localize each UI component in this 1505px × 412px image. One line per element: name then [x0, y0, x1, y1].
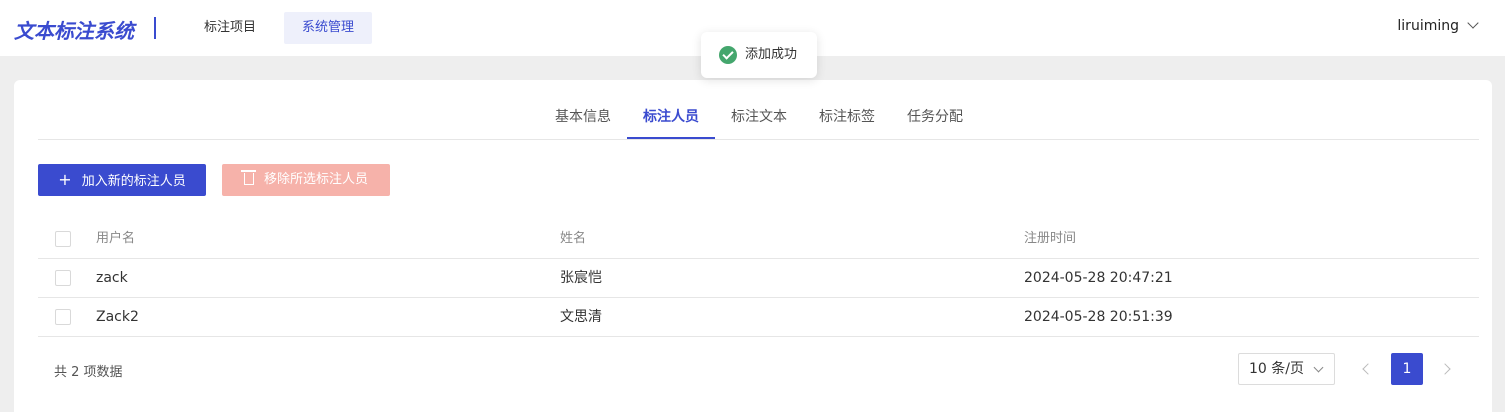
remove-selected-label: 移除所选标注人员	[263, 172, 368, 187]
cell-name: 张宸恺	[560, 270, 602, 286]
tab-bar: 基本信息 标注人员 标注文本 标注标签 任务分配	[38, 80, 1479, 140]
tab-basic-info[interactable]: 基本信息	[555, 106, 611, 126]
nav-item-system-admin[interactable]: 系统管理	[284, 12, 372, 44]
page-number-button[interactable]: 1	[1391, 353, 1423, 385]
success-toast: 添加成功	[701, 32, 817, 78]
trash-icon	[240, 170, 256, 185]
table-row: zack 张宸恺 2024-05-28 20:47:21	[38, 259, 1479, 298]
content-card: 基本信息 标注人员 标注文本 标注标签 任务分配 + 加入新的标注人员 移除所选标…	[14, 80, 1492, 412]
column-header-username: 用户名	[96, 231, 136, 246]
cell-username: Zack2	[96, 309, 139, 325]
cell-registered: 2024-05-28 20:47:21	[1024, 270, 1173, 286]
annotators-table: 用户名 姓名 注册时间 zack 张宸恺 2024-05-28 20:47:21…	[38, 220, 1479, 337]
select-all-checkbox[interactable]	[55, 231, 71, 247]
prev-page-icon[interactable]	[1362, 363, 1374, 375]
cell-registered: 2024-05-28 20:51:39	[1024, 309, 1173, 325]
page-size-select[interactable]: 10 条/页	[1238, 353, 1335, 385]
tab-labels[interactable]: 标注标签	[819, 106, 875, 126]
toast-message: 添加成功	[745, 47, 798, 62]
table-row: Zack2 文思清 2024-05-28 20:51:39	[38, 298, 1479, 337]
remove-selected-button[interactable]: 移除所选标注人员	[222, 164, 390, 196]
next-page-icon[interactable]	[1439, 363, 1451, 375]
chevron-down-icon	[1313, 362, 1324, 373]
username-label: liruiming	[1397, 18, 1459, 34]
plus-icon: +	[58, 170, 72, 189]
app-logo: 文本标注系统	[14, 19, 134, 43]
tab-task-assignment[interactable]: 任务分配	[907, 106, 963, 126]
tab-texts[interactable]: 标注文本	[731, 106, 787, 126]
add-annotator-label: 加入新的标注人员	[81, 174, 186, 189]
tab-annotators[interactable]: 标注人员	[643, 106, 699, 126]
column-header-name: 姓名	[560, 231, 587, 246]
logo-divider	[154, 17, 156, 39]
cell-username: zack	[96, 270, 128, 286]
user-menu[interactable]: liruiming	[1397, 17, 1479, 34]
column-header-registered: 注册时间	[1024, 231, 1077, 246]
check-circle-icon	[719, 46, 737, 64]
add-annotator-button[interactable]: + 加入新的标注人员	[38, 164, 206, 196]
cell-name: 文思清	[560, 309, 602, 325]
row-checkbox[interactable]	[55, 270, 71, 286]
chevron-down-icon	[1467, 17, 1479, 29]
total-count: 共 2 项数据	[54, 365, 123, 380]
active-tab-indicator	[627, 137, 715, 139]
row-checkbox[interactable]	[55, 309, 71, 325]
page-size-value: 10 条/页	[1249, 361, 1304, 377]
table-header-row: 用户名 姓名 注册时间	[38, 220, 1479, 259]
nav-item-projects[interactable]: 标注项目	[188, 12, 272, 44]
